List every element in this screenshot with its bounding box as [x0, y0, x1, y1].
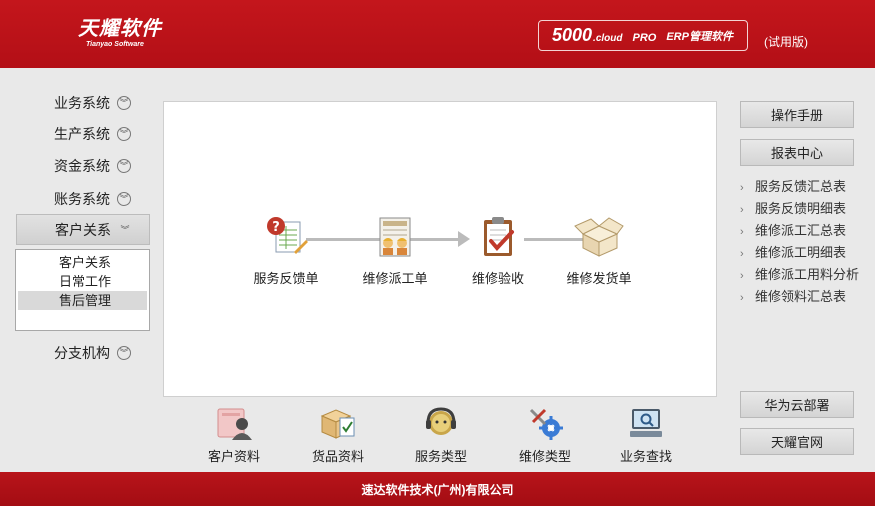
trial-label: (试用版): [764, 35, 808, 49]
nav-item-label: 分支机构: [54, 345, 110, 361]
workflow-panel: ? 服务反馈单 维修派工单 维修验收 维修发货单: [163, 101, 717, 397]
flow-step-label: 维修派工单: [362, 271, 428, 286]
flow-step-repair-acceptance[interactable]: 维修验收: [448, 214, 548, 287]
business-search-button[interactable]: 业务查找: [601, 406, 691, 465]
chevron-down-circle-icon: ︾: [117, 96, 131, 110]
svg-text:?: ?: [272, 220, 280, 235]
chevron-down-circle-icon: ︾: [117, 127, 131, 141]
product-edition: PRO: [632, 31, 657, 44]
flow-step-repair-dispatch[interactable]: 维修派工单: [345, 214, 445, 287]
brand-logo: 天耀软件 Tianyao Software: [78, 18, 162, 49]
chevron-right-icon: ›: [740, 292, 744, 304]
goods-data-button[interactable]: 货品资料: [293, 406, 383, 465]
business-search-icon: [630, 409, 662, 437]
submenu-item-customer-relations[interactable]: 客户关系: [18, 253, 147, 272]
customer-profile-icon: [217, 408, 252, 440]
bottom-item-label: 客户资料: [207, 449, 260, 464]
official-website-button[interactable]: 天耀官网: [740, 428, 854, 455]
nav-item-branch-offices[interactable]: 分支机构 ︾: [16, 338, 150, 368]
report-link-label: 维修领料汇总表: [755, 289, 847, 304]
bottom-item-label: 维修类型: [518, 449, 571, 464]
report-link-dispatch-material-analysis[interactable]: › 维修派工用料分析: [740, 264, 859, 286]
submenu-item-daily-work[interactable]: 日常工作: [18, 272, 147, 291]
report-list: › 服务反馈汇总表 › 服务反馈明细表 › 维修派工汇总表 › 维修派工明细表 › 维修派…: [740, 176, 859, 308]
flow-step-repair-shipping[interactable]: 维修发货单: [549, 214, 649, 287]
nav-item-business-system[interactable]: 业务系统 ︾: [16, 88, 150, 118]
nav-item-accounting-system[interactable]: 账务系统 ︾: [16, 184, 150, 214]
nav-item-label: 账务系统: [54, 191, 110, 207]
nav-item-label: 生产系统: [54, 126, 110, 142]
dispatch-order-icon: [379, 217, 411, 257]
chevron-down-circle-icon: ︾: [117, 159, 131, 173]
logo-english-name: Tianyao Software: [86, 41, 144, 48]
submenu-item-after-sales[interactable]: 售后管理: [18, 291, 147, 310]
report-link-service-feedback-detail[interactable]: › 服务反馈明细表: [740, 198, 859, 220]
service-headset-icon: [426, 407, 456, 435]
report-link-material-requisition-summary[interactable]: › 维修领料汇总表: [740, 286, 859, 308]
nav-item-label: 业务系统: [54, 95, 110, 111]
chevron-right-icon: ›: [740, 248, 744, 260]
chevron-right-icon: ›: [740, 226, 744, 238]
report-link-label: 维修派工用料分析: [755, 267, 860, 282]
flow-step-service-feedback[interactable]: ? 服务反馈单: [236, 214, 336, 287]
goods-data-icon: [320, 409, 355, 439]
chevron-down-circle-icon: ︾: [117, 192, 131, 206]
bottom-item-label: 货品资料: [311, 449, 364, 464]
product-number: 5000: [552, 25, 593, 45]
nav-item-label: 资金系统: [54, 158, 110, 174]
chevron-down-icon: ︾: [120, 224, 130, 235]
feedback-form-icon: ?: [267, 217, 308, 254]
report-link-service-feedback-summary[interactable]: › 服务反馈汇总表: [740, 176, 859, 198]
shipping-box-icon: [574, 217, 624, 257]
flow-step-label: 维修验收: [471, 271, 524, 286]
repair-tools-icon: [529, 408, 563, 440]
report-link-dispatch-summary[interactable]: › 维修派工汇总表: [740, 220, 859, 242]
product-cloud: .cloud: [593, 33, 623, 44]
chevron-down-circle-icon: ︾: [117, 346, 131, 360]
chevron-right-icon: ›: [740, 182, 744, 194]
footer-company: 速达软件技术(广州)有限公司: [0, 472, 875, 506]
report-link-label: 维修派工明细表: [755, 245, 847, 260]
app-header: 天耀软件 Tianyao Software 5000 .cloud PRO ER…: [0, 0, 875, 68]
nav-item-funds-system[interactable]: 资金系统 ︾: [16, 151, 150, 181]
report-link-label: 服务反馈明细表: [755, 201, 847, 216]
customer-relations-submenu: 客户关系 日常工作 售后管理: [15, 249, 150, 331]
chevron-right-icon: ›: [740, 270, 744, 282]
nav-item-production-system[interactable]: 生产系统 ︾: [16, 119, 150, 149]
flow-step-label: 服务反馈单: [253, 271, 319, 286]
product-badge: 5000 .cloud PRO ERP管理软件: [538, 20, 748, 51]
chevron-right-icon: ›: [740, 204, 744, 216]
repair-type-button[interactable]: 维修类型: [500, 406, 590, 465]
bottom-item-label: 业务查找: [619, 449, 672, 464]
clipboard-check-icon: [484, 217, 514, 256]
huawei-cloud-deploy-button[interactable]: 华为云部署: [740, 391, 854, 418]
report-link-dispatch-detail[interactable]: › 维修派工明细表: [740, 242, 859, 264]
report-link-label: 维修派工汇总表: [755, 223, 847, 238]
customer-profile-button[interactable]: 客户资料: [189, 406, 279, 465]
flow-step-label: 维修发货单: [566, 271, 632, 286]
operation-manual-button[interactable]: 操作手册: [740, 101, 854, 128]
report-link-label: 服务反馈汇总表: [755, 179, 847, 194]
service-type-button[interactable]: 服务类型: [396, 406, 486, 465]
nav-item-customer-relations[interactable]: 客户关系 ︾: [16, 214, 150, 245]
product-name: ERP管理软件: [666, 31, 733, 43]
report-center-button[interactable]: 报表中心: [740, 139, 854, 166]
logo-chinese-name: 天耀软件: [78, 18, 162, 40]
nav-item-label: 客户关系: [55, 221, 111, 238]
bottom-item-label: 服务类型: [414, 449, 467, 464]
